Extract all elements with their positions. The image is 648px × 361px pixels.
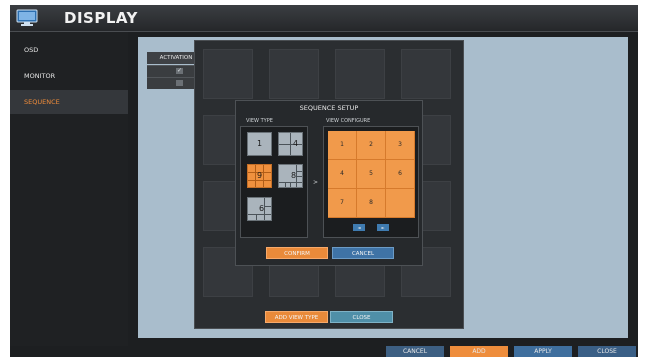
channel-cell-9[interactable] <box>386 189 414 217</box>
next-page-button[interactable]: ► <box>377 224 389 231</box>
view-type-label: 6 <box>258 204 265 213</box>
view-type-label: VIEW TYPE <box>246 118 273 124</box>
footer-bar: CANCEL ADD APPLY CLOSE <box>10 346 638 357</box>
activation-checkbox[interactable] <box>176 80 183 86</box>
page-title: DISPLAY <box>64 9 138 27</box>
view-type-label: 1 <box>256 139 263 148</box>
view-type-9-split[interactable]: 9 <box>247 164 272 188</box>
add-view-type-dialog: SEQUENCE SETUP VIEW TYPE VIEW CONFIGURE … <box>194 40 464 329</box>
add-button[interactable]: ADD <box>450 346 508 357</box>
sidebar-item-monitor[interactable]: MONITOR <box>10 64 128 88</box>
channel-cell-7[interactable]: 7 <box>328 189 356 217</box>
view-configure-panel: 1 2 3 4 5 6 7 8 ◄ ► <box>323 126 419 238</box>
monitor-icon <box>16 9 38 26</box>
view-type-6-split[interactable]: 6 <box>247 197 272 221</box>
sidebar-item-osd[interactable]: OSD <box>10 38 128 62</box>
close-button[interactable]: CLOSE <box>578 346 636 357</box>
prev-page-button[interactable]: ◄ <box>353 224 365 231</box>
background-tile <box>335 49 385 99</box>
background-tile <box>269 49 319 99</box>
title-bar: DISPLAY <box>10 5 638 32</box>
view-type-label: 4 <box>292 139 299 148</box>
background-tile <box>401 49 451 99</box>
sidebar: OSD MONITOR SEQUENCE <box>10 32 128 357</box>
view-configure-label: VIEW CONFIGURE <box>326 118 371 124</box>
channel-cell-6[interactable]: 6 <box>386 160 414 188</box>
channel-cell-2[interactable]: 2 <box>357 131 385 159</box>
chevron-right-icon: > <box>313 179 319 186</box>
view-type-label: 8 <box>290 171 297 180</box>
cancel-button[interactable]: CANCEL <box>386 346 444 357</box>
sequence-setup-dialog: SEQUENCE SETUP VIEW TYPE VIEW CONFIGURE … <box>235 100 423 266</box>
view-type-8-split[interactable]: 8 <box>278 164 303 188</box>
sidebar-item-sequence[interactable]: SEQUENCE <box>10 90 128 114</box>
dialog-close-button[interactable]: CLOSE <box>330 311 393 323</box>
channel-cell-1[interactable]: 1 <box>328 131 356 159</box>
apply-button[interactable]: APPLY <box>514 346 572 357</box>
channel-cell-5[interactable]: 5 <box>357 160 385 188</box>
app-window: DISPLAY OSD MONITOR SEQUENCE ACTIVATION … <box>10 5 638 357</box>
view-type-list: 1 4 9 8 6 <box>240 126 308 238</box>
channel-cell-8[interactable]: 8 <box>357 189 385 217</box>
view-type-4-split[interactable]: 4 <box>278 132 303 156</box>
add-view-type-button[interactable]: ADD VIEW TYPE <box>265 311 328 323</box>
confirm-button[interactable]: CONFIRM <box>266 247 328 259</box>
view-type-1-split[interactable]: 1 <box>247 132 272 156</box>
sequence-cancel-button[interactable]: CANCEL <box>332 247 394 259</box>
background-tile <box>203 49 253 99</box>
channel-grid: 1 2 3 4 5 6 7 8 <box>328 131 415 218</box>
channel-cell-3[interactable]: 3 <box>386 131 414 159</box>
view-type-label: 9 <box>256 171 263 180</box>
channel-cell-4[interactable]: 4 <box>328 160 356 188</box>
dialog-title: SEQUENCE SETUP <box>299 104 359 112</box>
activation-checkbox[interactable]: ✓ <box>176 68 183 74</box>
